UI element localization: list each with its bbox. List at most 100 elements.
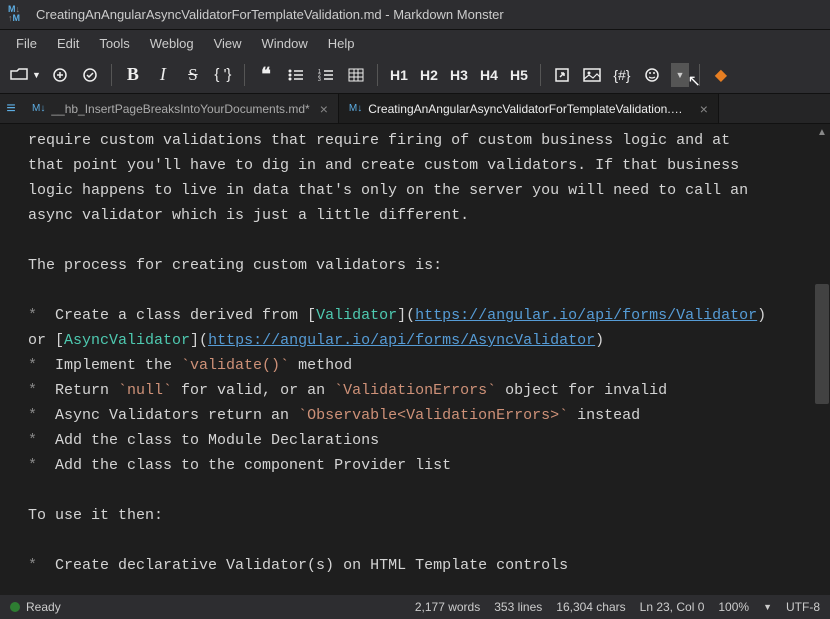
menu-file[interactable]: File [8, 32, 45, 55]
scroll-up-icon[interactable]: ▲ [814, 124, 830, 140]
vertical-scrollbar[interactable]: ▲ [814, 124, 830, 595]
hash-button[interactable]: {#} [611, 61, 633, 89]
save-button[interactable] [79, 61, 101, 89]
menu-edit[interactable]: Edit [49, 32, 87, 55]
close-icon[interactable]: × [700, 101, 708, 117]
h4-button[interactable]: H4 [478, 61, 500, 89]
open-file-button[interactable]: ▼ [10, 61, 41, 89]
sidebar-toggle-icon[interactable]: ≡ [0, 94, 22, 123]
markdown-file-icon: M↓ [32, 103, 45, 114]
h2-button[interactable]: H2 [418, 61, 440, 89]
toolbar-dropdown[interactable]: ▼↖ [671, 63, 689, 87]
bullet: * [28, 557, 46, 574]
text: require custom validations that require … [28, 132, 730, 149]
editor-content[interactable]: require custom validations that require … [0, 124, 814, 595]
code: `null` [118, 382, 172, 399]
text: async validator which is just a little d… [28, 207, 469, 224]
status-lines: 353 lines [494, 600, 542, 614]
strike-button[interactable]: S [182, 61, 204, 89]
separator [111, 64, 112, 86]
text: ]( [397, 307, 415, 324]
bold-button[interactable]: B [122, 61, 144, 89]
text: for valid, or an [172, 382, 334, 399]
bullet: * [28, 407, 46, 424]
text: ) [595, 332, 604, 349]
separator [377, 64, 378, 86]
text: Implement the [46, 357, 181, 374]
status-words: 2,177 words [415, 600, 480, 614]
text: To use it then: [28, 507, 163, 524]
status-zoom[interactable]: 100% [718, 600, 749, 614]
menu-view[interactable]: View [206, 32, 250, 55]
italic-button[interactable]: I [152, 61, 174, 89]
quote-button[interactable]: ❝ [255, 61, 277, 89]
app-logo: M↓ ↑M [8, 5, 28, 25]
tab-label: __hb_InsertPageBreaksIntoYourDocuments.m… [51, 102, 309, 116]
status-indicator-icon [10, 602, 20, 612]
link-url: https://angular.io/api/forms/Validator [415, 307, 757, 324]
svg-text:3: 3 [318, 77, 321, 82]
code: `validate()` [181, 357, 289, 374]
status-chars: 16,304 chars [556, 600, 625, 614]
window-title: CreatingAnAngularAsyncValidatorForTempla… [36, 7, 504, 22]
text: that point you'll have to dig in and cre… [28, 157, 739, 174]
image-button[interactable] [581, 61, 603, 89]
text: logic happens to live in data that's onl… [28, 182, 748, 199]
h1-button[interactable]: H1 [388, 61, 410, 89]
bullet: * [28, 357, 46, 374]
bullet: * [28, 307, 46, 324]
status-encoding[interactable]: UTF-8 [786, 600, 820, 614]
h3-button[interactable]: H3 [448, 61, 470, 89]
text: Async Validators return an [46, 407, 298, 424]
menu-tools[interactable]: Tools [91, 32, 137, 55]
text: or [ [28, 332, 64, 349]
emoji-button[interactable] [641, 61, 663, 89]
titlebar: M↓ ↑M CreatingAnAngularAsyncValidatorFor… [0, 0, 830, 30]
zoom-dropdown-icon[interactable]: ▼ [763, 602, 772, 612]
text: Add the class to Module Declarations [46, 432, 379, 449]
tab-inactive[interactable]: M↓ __hb_InsertPageBreaksIntoYourDocument… [22, 94, 339, 123]
preview-button[interactable]: ◆ [710, 61, 732, 89]
menubar: File Edit Tools Weblog View Window Help [0, 30, 830, 56]
code: `ValidationErrors` [334, 382, 496, 399]
status-ready: Ready [26, 600, 61, 614]
code-button[interactable]: { '} [212, 61, 234, 89]
text: method [289, 357, 352, 374]
link-text: AsyncValidator [64, 332, 190, 349]
link-button[interactable] [551, 61, 573, 89]
bullet: * [28, 457, 46, 474]
separator [540, 64, 541, 86]
bullet: * [28, 382, 46, 399]
separator [699, 64, 700, 86]
tabstrip: ≡ M↓ __hb_InsertPageBreaksIntoYourDocume… [0, 94, 830, 124]
tab-active[interactable]: M↓ CreatingAnAngularAsyncValidatorForTem… [339, 94, 719, 123]
text: Create a class derived from [ [46, 307, 316, 324]
markdown-file-icon: M↓ [349, 103, 362, 114]
text: instead [568, 407, 640, 424]
menu-help[interactable]: Help [320, 32, 363, 55]
code: `Observable<ValidationErrors>` [298, 407, 568, 424]
text: Return [46, 382, 118, 399]
h5-button[interactable]: H5 [508, 61, 530, 89]
text: The process for creating custom validato… [28, 257, 442, 274]
scroll-thumb[interactable] [815, 284, 829, 404]
menu-window[interactable]: Window [254, 32, 316, 55]
numberlist-button[interactable]: 123 [315, 61, 337, 89]
new-button[interactable] [49, 61, 71, 89]
link-url: https://angular.io/api/forms/AsyncValida… [208, 332, 595, 349]
separator [244, 64, 245, 86]
toolbar: ▼ B I S { '} ❝ 123 H1 H2 H3 H4 H5 {#} ▼↖… [0, 56, 830, 94]
tab-label: CreatingAnAngularAsyncValidatorForTempla… [368, 102, 689, 116]
text: Add the class to the component Provider … [46, 457, 451, 474]
bullet: * [28, 432, 46, 449]
link-text: Validator [316, 307, 397, 324]
bulletlist-button[interactable] [285, 61, 307, 89]
close-icon[interactable]: × [320, 101, 328, 117]
text: object for invalid [496, 382, 667, 399]
text: ]( [190, 332, 208, 349]
table-button[interactable] [345, 61, 367, 89]
status-position: Ln 23, Col 0 [640, 600, 705, 614]
statusbar: Ready 2,177 words 353 lines 16,304 chars… [0, 595, 830, 619]
text: ) [757, 307, 766, 324]
menu-weblog[interactable]: Weblog [142, 32, 202, 55]
